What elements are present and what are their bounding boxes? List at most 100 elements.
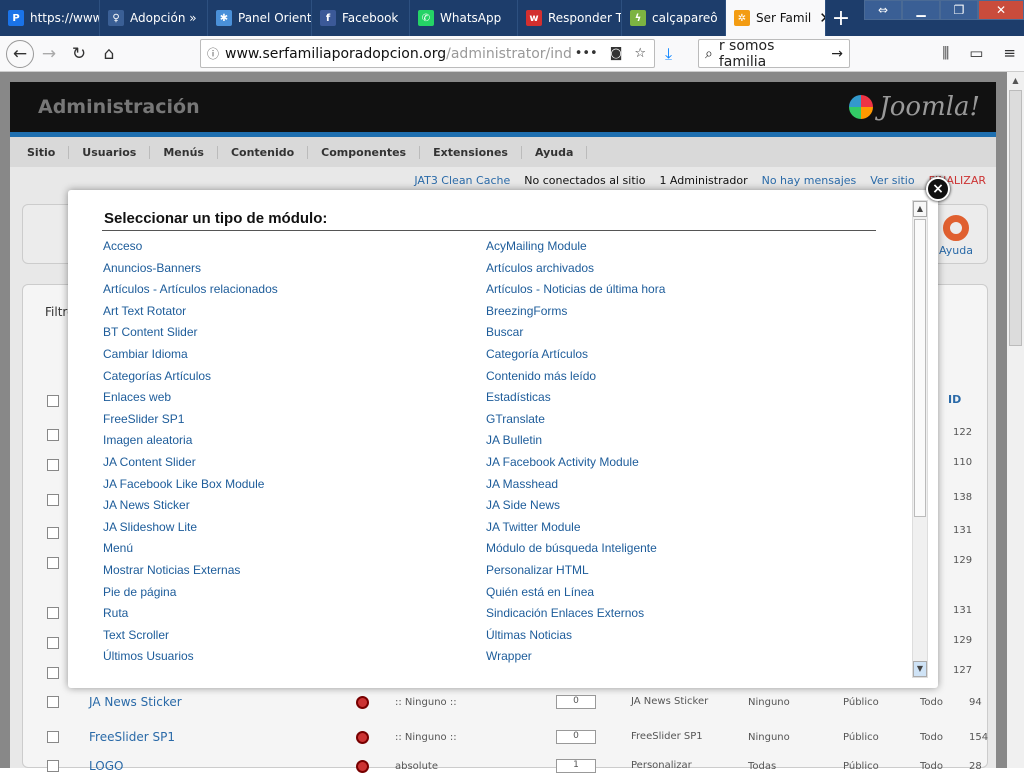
scroll-up-icon[interactable]: ▲ (1007, 72, 1024, 89)
menu-item[interactable]: Contenido (218, 145, 309, 159)
row-checkbox[interactable] (47, 696, 59, 708)
browser-tab[interactable]: ♀ Adopción » (100, 0, 208, 36)
disabled-status-icon[interactable] (356, 730, 369, 744)
module-type-option[interactable]: Text Scroller (103, 625, 278, 647)
row-checkbox[interactable] (47, 557, 59, 569)
forward-icon[interactable]: → (34, 39, 64, 69)
home-icon[interactable]: ⌂ (94, 39, 124, 69)
view-site-link[interactable]: Ver sitio (870, 174, 914, 187)
cache-link[interactable]: JAT3 Clean Cache (414, 174, 510, 187)
module-type-option[interactable]: Artículos - Noticias de última hora (486, 279, 665, 301)
module-type-option[interactable]: JA Side News (486, 495, 665, 517)
new-tab-button[interactable]: + (826, 0, 856, 36)
bookmark-star-icon[interactable]: ☆ (634, 46, 646, 61)
module-type-option[interactable]: JA News Sticker (103, 495, 278, 517)
module-type-option[interactable]: Cambiar Idioma (103, 344, 278, 366)
module-type-option[interactable]: Módulo de búsqueda Inteligente (486, 538, 665, 560)
module-type-option[interactable]: Categoría Artículos (486, 344, 665, 366)
window-close-icon[interactable]: ✕ (978, 0, 1024, 20)
module-type-option[interactable]: JA Slideshow Lite (103, 517, 278, 539)
disabled-status-icon[interactable] (356, 695, 369, 709)
row-checkbox[interactable] (47, 494, 59, 506)
restore-icon[interactable]: ⇔ (864, 0, 902, 20)
module-type-option[interactable]: Sindicación Enlaces Externos (486, 603, 665, 625)
menu-item[interactable]: Componentes (308, 145, 421, 159)
menu-item[interactable]: Ayuda (522, 145, 588, 159)
page-scrollbar[interactable]: ▲ (1007, 72, 1024, 768)
search-bar[interactable]: ⌕ r somos familia → (698, 38, 850, 70)
module-type-option[interactable]: Artículos archivados (486, 258, 665, 280)
module-type-option[interactable]: Quién está en Línea (486, 582, 665, 604)
url-bar[interactable]: ⓘ www.serfamiliaporadopcion.org/administ… (200, 39, 655, 68)
module-type-option[interactable]: Buscar (486, 322, 665, 344)
browser-tab[interactable]: ✱ Panel Orient (208, 0, 312, 36)
modal-scroll-down-icon[interactable]: ▼ (913, 661, 927, 677)
module-title-link[interactable]: JA News Sticker (89, 695, 182, 709)
row-checkbox[interactable] (47, 667, 59, 679)
module-type-option[interactable]: JA Facebook Activity Module (486, 452, 665, 474)
module-type-option[interactable]: Wrapper (486, 646, 665, 668)
module-type-option[interactable]: Contenido más leído (486, 366, 665, 388)
module-title-link[interactable]: LOGO (89, 759, 123, 773)
modal-scroll-up-icon[interactable]: ▲ (913, 201, 927, 217)
row-checkbox[interactable] (47, 429, 59, 441)
module-type-option[interactable]: JA Twitter Module (486, 517, 665, 539)
select-all-checkbox[interactable] (47, 395, 59, 407)
module-type-option[interactable]: BT Content Slider (103, 322, 278, 344)
back-icon[interactable]: ← (6, 39, 34, 68)
row-checkbox[interactable] (47, 527, 59, 539)
module-type-option[interactable]: Últimos Usuarios (103, 646, 278, 668)
maximize-icon[interactable]: ❐ (940, 0, 978, 20)
row-checkbox[interactable] (47, 760, 59, 772)
module-type-option[interactable]: Pie de página (103, 582, 278, 604)
browser-tab[interactable]: Phttps://www (0, 0, 100, 36)
search-go-icon[interactable]: → (831, 46, 843, 62)
browser-tab[interactable]: ✆ WhatsApp (410, 0, 518, 36)
download-icon[interactable]: ⤓ (665, 44, 672, 64)
order-input[interactable]: 0 (556, 730, 596, 744)
row-checkbox[interactable] (47, 607, 59, 619)
order-input[interactable]: 0 (556, 695, 596, 709)
minimize-icon[interactable]: ▁ (902, 0, 940, 20)
module-type-option[interactable]: Artículos - Artículos relacionados (103, 279, 278, 301)
search-input[interactable]: r somos familia (719, 38, 825, 70)
row-checkbox[interactable] (47, 459, 59, 471)
menu-item[interactable]: Sitio (14, 145, 70, 159)
disabled-status-icon[interactable] (356, 759, 369, 773)
module-type-option[interactable]: JA Masshead (486, 474, 665, 496)
row-checkbox[interactable] (47, 637, 59, 649)
info-icon[interactable]: ⓘ (201, 45, 225, 62)
module-type-option[interactable]: Últimas Noticias (486, 625, 665, 647)
module-type-option[interactable]: Art Text Rotator (103, 301, 278, 323)
modal-close-button[interactable]: × (926, 177, 950, 201)
menu-item[interactable]: Usuarios (69, 145, 151, 159)
module-type-option[interactable]: Mostrar Noticias Externas (103, 560, 278, 582)
pocket-icon[interactable]: ◙ (610, 46, 623, 61)
sidebar-icon[interactable]: ▭ (969, 44, 983, 62)
module-type-option[interactable]: Imagen aleatoria (103, 430, 278, 452)
module-type-option[interactable]: Enlaces web (103, 387, 278, 409)
help-button[interactable]: Ayuda (939, 215, 973, 257)
modal-scroll-thumb[interactable] (914, 219, 926, 517)
module-type-option[interactable]: GTranslate (486, 409, 665, 431)
module-title-link[interactable]: FreeSlider SP1 (89, 730, 175, 744)
module-type-option[interactable]: JA Content Slider (103, 452, 278, 474)
order-input[interactable]: 1 (556, 759, 596, 773)
menu-icon[interactable]: ≡ (1003, 44, 1016, 62)
reload-icon[interactable]: ↻ (64, 39, 94, 69)
row-checkbox[interactable] (47, 731, 59, 743)
browser-tab[interactable]: ✲ Ser Famil ✕ (726, 0, 826, 36)
page-actions-icon[interactable]: ••• (575, 46, 598, 61)
module-type-option[interactable]: Ruta (103, 603, 278, 625)
module-type-option[interactable]: AcyMailing Module (486, 236, 665, 258)
module-type-option[interactable]: FreeSlider SP1 (103, 409, 278, 431)
browser-tab[interactable]: f Facebook (312, 0, 410, 36)
library-icon[interactable]: ⫼ (942, 44, 949, 62)
module-type-option[interactable]: Anuncios-Banners (103, 258, 278, 280)
module-type-option[interactable]: JA Bulletin (486, 430, 665, 452)
modal-scrollbar[interactable]: ▲ ▼ (912, 200, 928, 678)
menu-item[interactable]: Menús (150, 145, 218, 159)
page-scroll-thumb[interactable] (1009, 90, 1022, 346)
module-type-option[interactable]: Menú (103, 538, 278, 560)
messages-link[interactable]: No hay mensajes (762, 174, 857, 187)
